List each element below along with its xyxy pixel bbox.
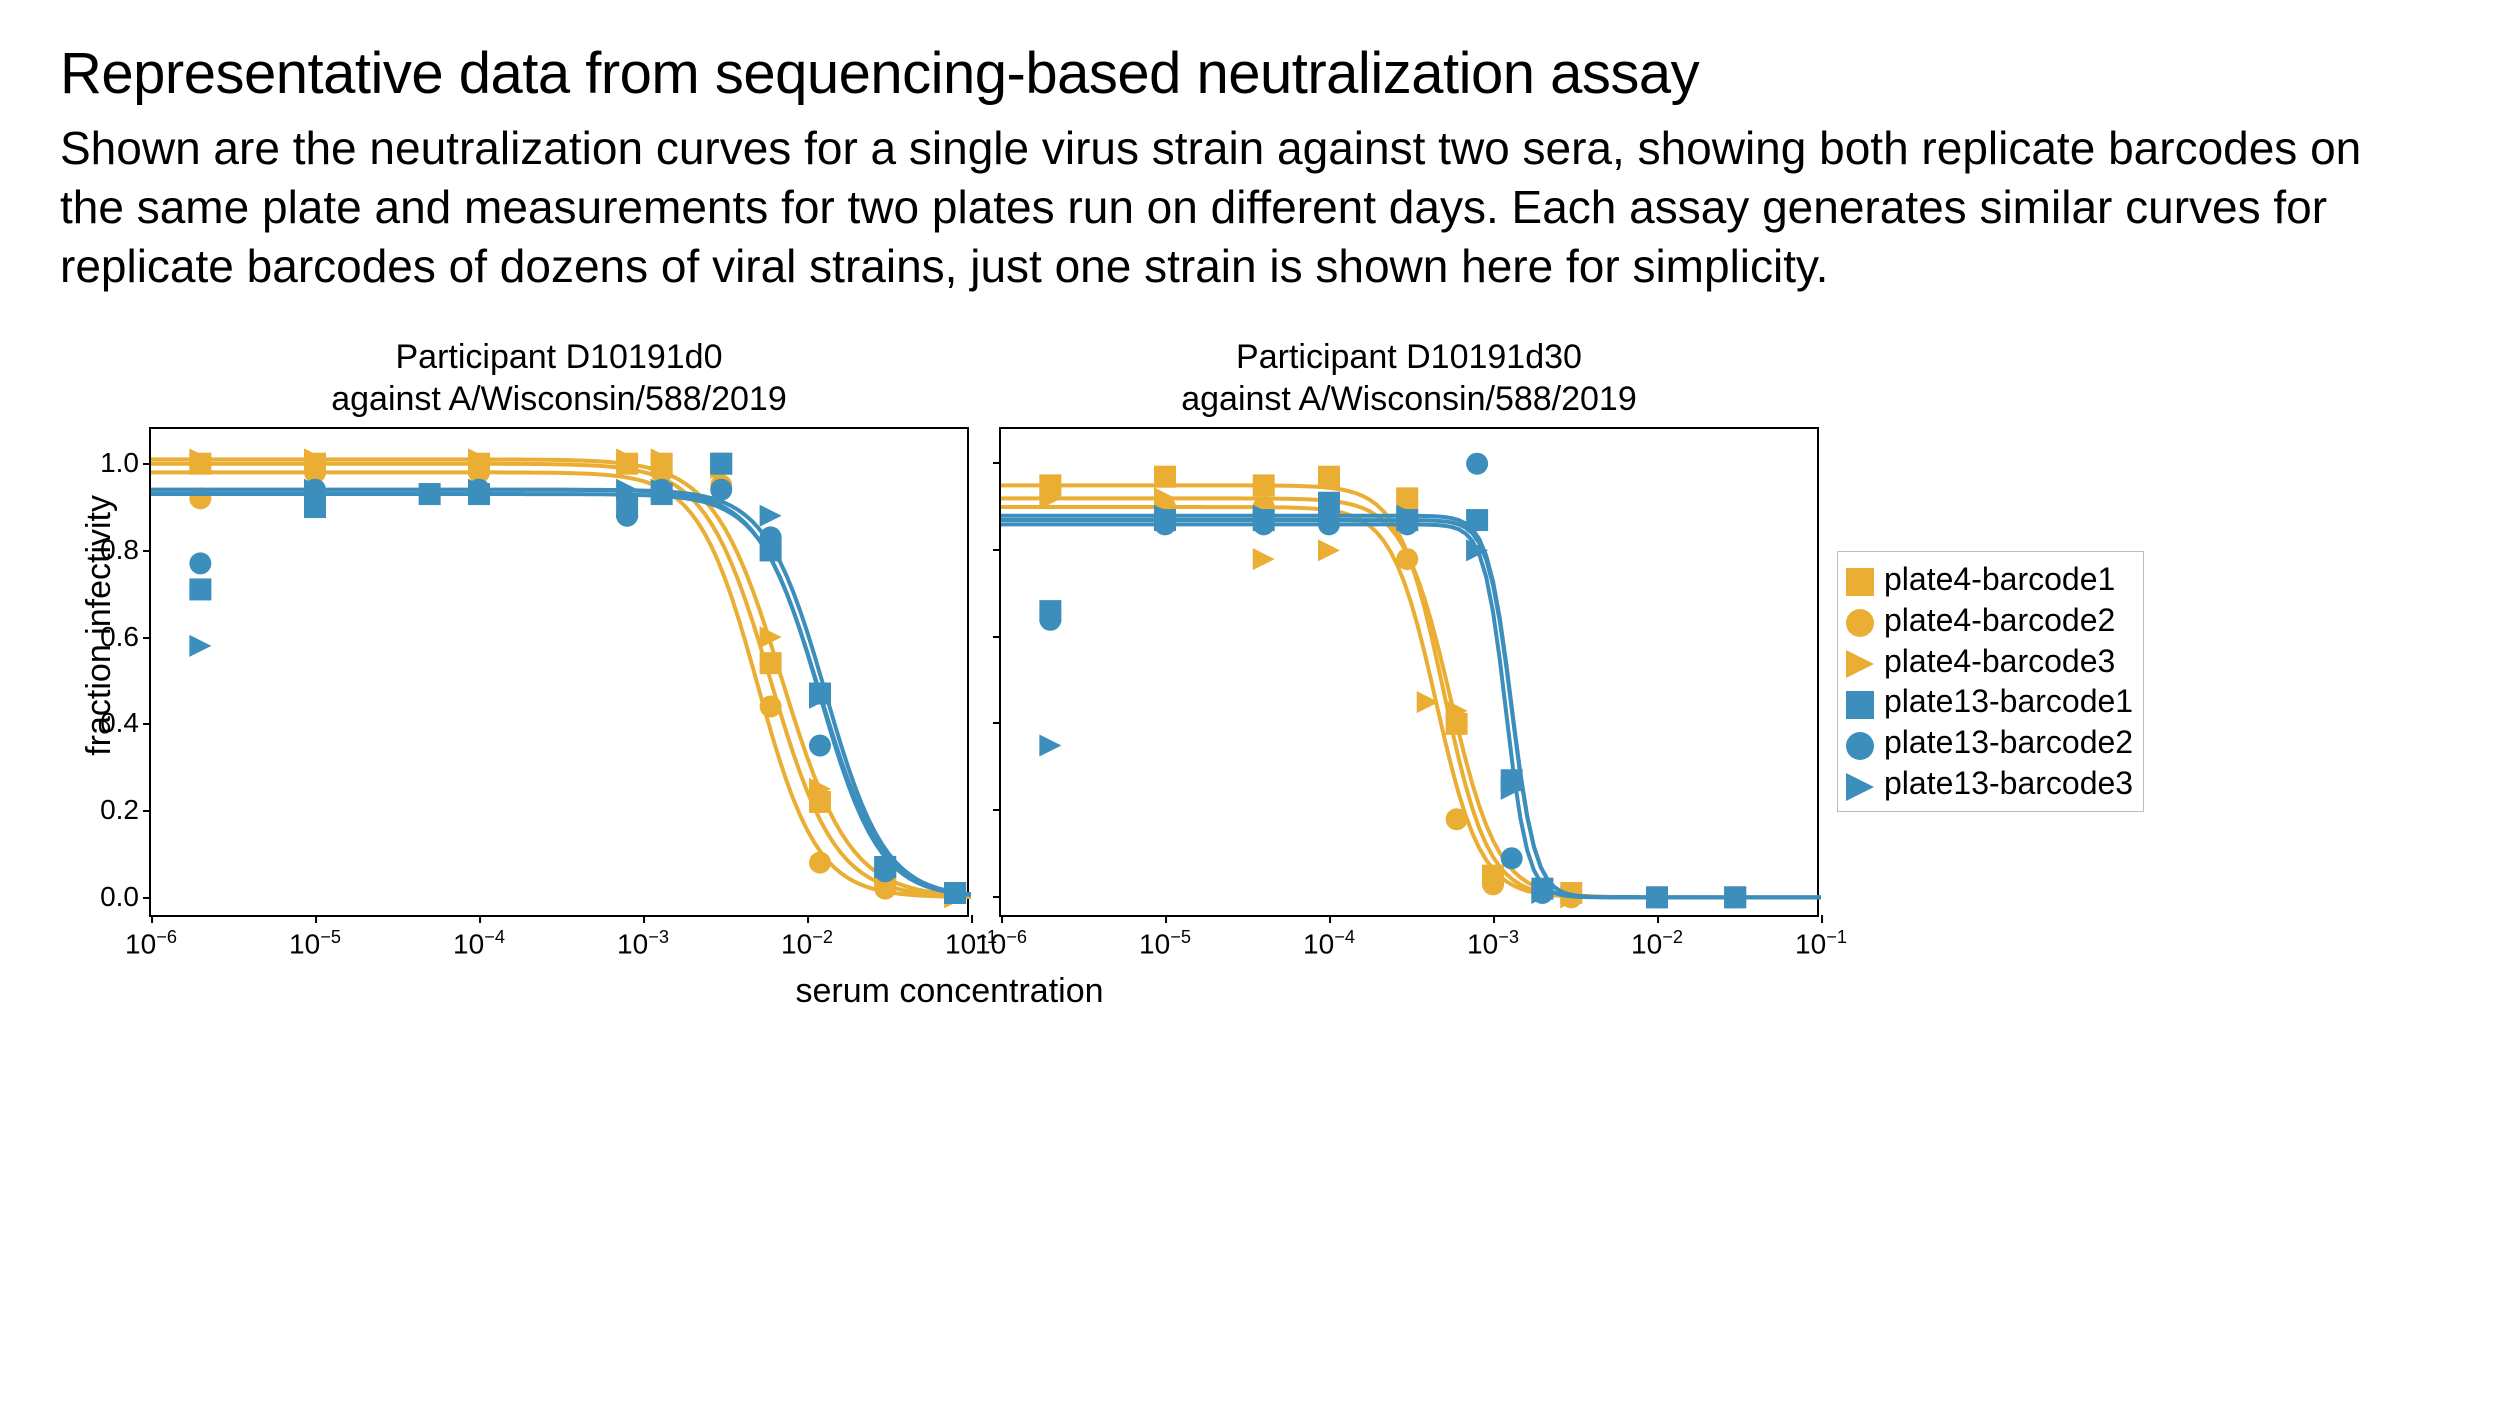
data-point [1446, 808, 1468, 830]
y-tick: 1.0 [100, 447, 151, 479]
legend-item: plate13-barcode1 [1846, 681, 2133, 722]
data-point [189, 552, 211, 574]
square-icon [1846, 565, 1874, 593]
data-point [1253, 548, 1275, 570]
plot-area: 10−610−510−410−310−210−1 [999, 427, 1819, 917]
x-tick: 10−4 [1303, 915, 1355, 960]
curve-plate13-barcode1 [151, 494, 971, 895]
plot-area: 0.00.20.40.60.81.010−610−510−410−310−210… [149, 427, 969, 917]
circle-icon [1846, 606, 1874, 634]
curve-plate4-barcode2 [151, 472, 971, 897]
curve-plate4-barcode1 [1001, 485, 1821, 897]
data-point [1318, 465, 1340, 487]
legend-item: plate13-barcode3 [1846, 763, 2133, 804]
curve-plate13-barcode3 [151, 489, 971, 894]
chart-panel: Participant D10191d0against A/Wisconsin/… [149, 336, 969, 917]
data-point [809, 851, 831, 873]
legend-label: plate13-barcode1 [1884, 681, 2133, 722]
y-tick: 0.8 [100, 534, 151, 566]
x-tick: 10−1 [1795, 915, 1847, 960]
legend: plate4-barcode1plate4-barcode2plate4-bar… [1837, 551, 2144, 813]
circle-icon [1846, 729, 1874, 757]
triangle-icon [1846, 647, 1874, 675]
square-icon [1846, 688, 1874, 716]
curve-plate4-barcode1 [151, 463, 971, 896]
legend-item: plate4-barcode2 [1846, 600, 2133, 641]
x-tick: 10−5 [1139, 915, 1191, 960]
data-point [1039, 608, 1061, 630]
data-point [189, 578, 211, 600]
data-point [1501, 847, 1523, 869]
x-axis-label: serum concentration [80, 972, 1819, 1011]
x-tick: 10−6 [975, 915, 1027, 960]
page-description: Shown are the neutralization curves for … [60, 119, 2410, 296]
x-tick: 10−4 [453, 915, 505, 960]
data-point [1253, 474, 1275, 496]
legend-item: plate4-barcode1 [1846, 559, 2133, 600]
x-tick: 10−5 [289, 915, 341, 960]
data-point [616, 504, 638, 526]
curve-plate13-barcode3 [1001, 515, 1821, 897]
page-title: Representative data from sequencing-base… [60, 40, 2440, 107]
x-tick: 10−2 [1631, 915, 1683, 960]
data-point [419, 483, 441, 505]
legend-label: plate4-barcode1 [1884, 559, 2115, 600]
figure: fraction infectivity Participant D10191d… [80, 336, 2440, 1011]
curve-plate4-barcode3 [151, 459, 971, 895]
data-point [1318, 539, 1340, 561]
legend-label: plate13-barcode2 [1884, 722, 2133, 763]
data-point [809, 734, 831, 756]
chart-panel: Participant D10191d30against A/Wisconsin… [999, 336, 1819, 917]
y-tick: 0.6 [100, 621, 151, 653]
triangle-icon [1846, 770, 1874, 798]
x-tick: 10−6 [125, 915, 177, 960]
y-tick: 0.4 [100, 707, 151, 739]
curve-plate13-barcode1 [1001, 520, 1821, 897]
data-point [760, 504, 782, 526]
legend-item: plate4-barcode3 [1846, 641, 2133, 682]
curve-plate13-barcode2 [151, 489, 971, 894]
y-tick: 0.0 [100, 881, 151, 913]
legend-label: plate13-barcode3 [1884, 763, 2133, 804]
data-point [760, 695, 782, 717]
data-point [1154, 465, 1176, 487]
x-tick: 10−2 [781, 915, 833, 960]
curve-plate13-barcode2 [1001, 524, 1821, 897]
x-tick: 10−3 [1467, 915, 1519, 960]
panel-title: Participant D10191d30against A/Wisconsin… [1181, 336, 1637, 421]
data-point [1466, 452, 1488, 474]
data-point [189, 634, 211, 656]
curve-plate4-barcode3 [1001, 498, 1821, 897]
legend-item: plate13-barcode2 [1846, 722, 2133, 763]
data-point [1039, 734, 1061, 756]
y-tick: 0.2 [100, 794, 151, 826]
x-tick: 10−3 [617, 915, 669, 960]
legend-label: plate4-barcode2 [1884, 600, 2115, 641]
panel-title: Participant D10191d0against A/Wisconsin/… [331, 336, 787, 421]
legend-label: plate4-barcode3 [1884, 641, 2115, 682]
